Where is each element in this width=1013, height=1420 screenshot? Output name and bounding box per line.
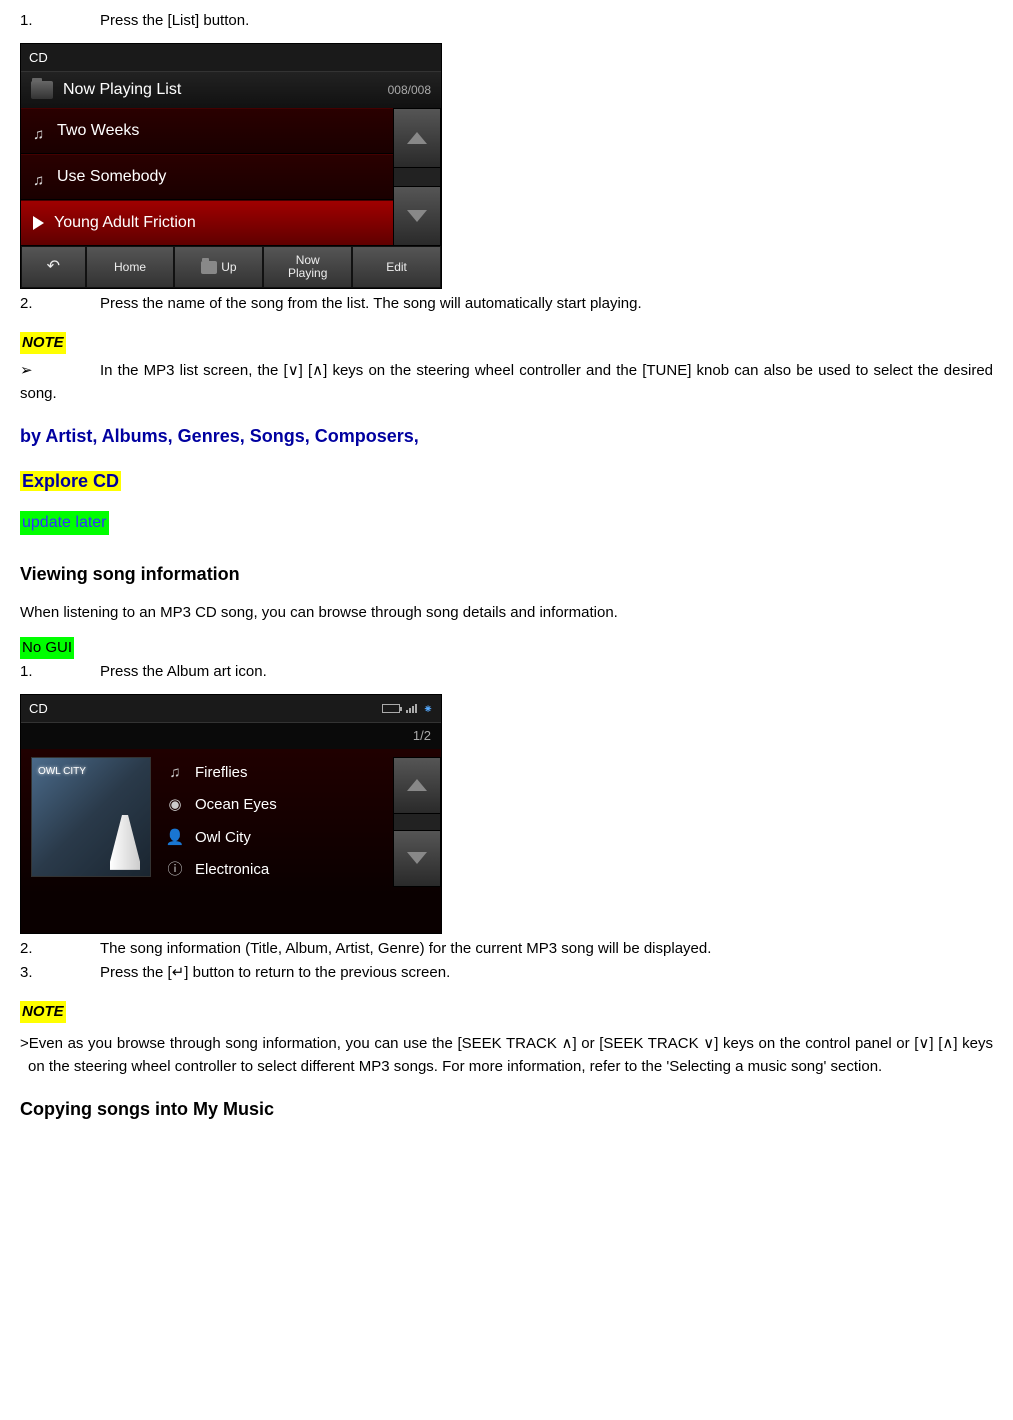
bluetooth-icon: ⁕ (423, 700, 433, 718)
step-number: 2. (20, 293, 100, 316)
step-number: 2. (20, 938, 100, 961)
folder-up-icon (201, 261, 217, 274)
album-art-graphic (110, 815, 140, 870)
info-value: Owl City (195, 827, 251, 850)
button-label: Home (114, 261, 146, 274)
music-note-icon (33, 169, 47, 185)
step-1: 1. Press the [List] button. (20, 10, 993, 33)
no-gui-note: No GUI (20, 637, 74, 660)
scroll-track (393, 168, 441, 185)
step-a2: 2. The song information (Title, Album, A… (20, 938, 993, 961)
album-art-title: OWL CITY (38, 764, 144, 779)
scroll-track (393, 814, 441, 830)
chevron-up-icon (407, 132, 427, 144)
step-number: 3. (20, 962, 100, 985)
back-icon (47, 258, 60, 276)
disc-icon: ◉ (165, 794, 185, 817)
update-later-note: update later (20, 511, 109, 535)
track-title: Young Adult Friction (54, 211, 196, 235)
step-text: Press the [List] button. (100, 10, 993, 33)
button-label: Edit (386, 261, 407, 274)
play-icon (33, 216, 44, 230)
scroll-down-button[interactable] (393, 186, 441, 246)
heading-viewing-info: Viewing song information (20, 561, 993, 588)
screen-title: CD (29, 699, 48, 719)
step-2: 2. Press the name of the song from the l… (20, 293, 993, 316)
screen-title: CD (21, 44, 441, 73)
step-a3: 3. Press the [↵] button to return to the… (20, 962, 993, 985)
scroll-up-button[interactable] (393, 757, 441, 814)
track-title: Two Weeks (57, 119, 139, 143)
screenshot-cd-info: CD ⁕ 1/2 OWL CITY ♫ Fireflies ◉ Ocean Ey… (20, 694, 442, 934)
info-row-genre: ⓘ Electronica (161, 854, 383, 887)
heading-copying: Copying songs into My Music (20, 1096, 993, 1123)
back-button[interactable] (21, 246, 86, 288)
track-title: Use Somebody (57, 165, 166, 189)
up-button[interactable]: Up (174, 246, 263, 288)
note-text: >Even as you browse through song informa… (20, 1033, 993, 1078)
person-icon: 👤 (165, 827, 185, 850)
info-row-title: ♫ Fireflies (161, 757, 383, 790)
home-button[interactable]: Home (86, 246, 175, 288)
info-row-artist: 👤 Owl City (161, 822, 383, 855)
track-row[interactable]: Use Somebody (21, 154, 393, 200)
now-playing-button[interactable]: Now Playing (263, 246, 352, 288)
info-icon: ⓘ (165, 859, 185, 882)
folder-icon (31, 81, 53, 99)
track-count: 008/008 (388, 81, 431, 99)
edit-button[interactable]: Edit (352, 246, 441, 288)
step-number: 1. (20, 661, 100, 684)
heading-by-artist: by Artist, Albums, Genres, Songs, Compos… (20, 423, 993, 450)
step-text: Press the [↵] button to return to the pr… (100, 962, 993, 985)
chevron-down-icon (407, 210, 427, 222)
note-label: NOTE (20, 332, 66, 355)
note-label: NOTE (20, 1001, 66, 1024)
info-value: Fireflies (195, 762, 248, 785)
note-body: ➢In the MP3 list screen, the [∨] [∧] key… (20, 360, 993, 405)
chevron-up-icon (407, 779, 427, 791)
album-art[interactable]: OWL CITY (31, 757, 151, 877)
track-row[interactable]: Two Weeks (21, 108, 393, 154)
now-playing-label: Now Playing List (63, 78, 181, 102)
scroll-down-button[interactable] (393, 830, 441, 887)
step-text: The song information (Title, Album, Arti… (100, 938, 993, 961)
heading-explore-cd: Explore CD (20, 468, 993, 495)
signal-icon (406, 704, 417, 713)
music-note-icon (33, 123, 47, 139)
page-indicator: 1/2 (21, 723, 441, 749)
info-value: Electronica (195, 859, 269, 882)
info-value: Ocean Eyes (195, 794, 277, 817)
button-label: Up (221, 261, 236, 274)
chevron-down-icon (407, 852, 427, 864)
music-note-icon: ♫ (165, 762, 185, 785)
info-row-album: ◉ Ocean Eyes (161, 789, 383, 822)
paragraph-viewing: When listening to an MP3 CD song, you ca… (20, 602, 993, 625)
step-text: Press the name of the song from the list… (100, 293, 993, 316)
step-number: 1. (20, 10, 100, 33)
button-label: Now Playing (288, 254, 327, 280)
battery-icon (382, 704, 400, 713)
spacer (21, 895, 441, 933)
now-playing-header: Now Playing List 008/008 (21, 72, 441, 108)
note-text: In the MP3 list screen, the [∨] [∧] keys… (20, 362, 993, 402)
bullet-marker: ➢ (20, 360, 100, 383)
step-a1: 1. Press the Album art icon. (20, 661, 993, 684)
step-text: Press the Album art icon. (100, 661, 993, 684)
track-row-active[interactable]: Young Adult Friction (21, 200, 393, 246)
status-bar: ⁕ (382, 700, 433, 718)
scroll-up-button[interactable] (393, 108, 441, 168)
screenshot-cd-list: CD Now Playing List 008/008 Two Weeks Us… (20, 43, 442, 290)
